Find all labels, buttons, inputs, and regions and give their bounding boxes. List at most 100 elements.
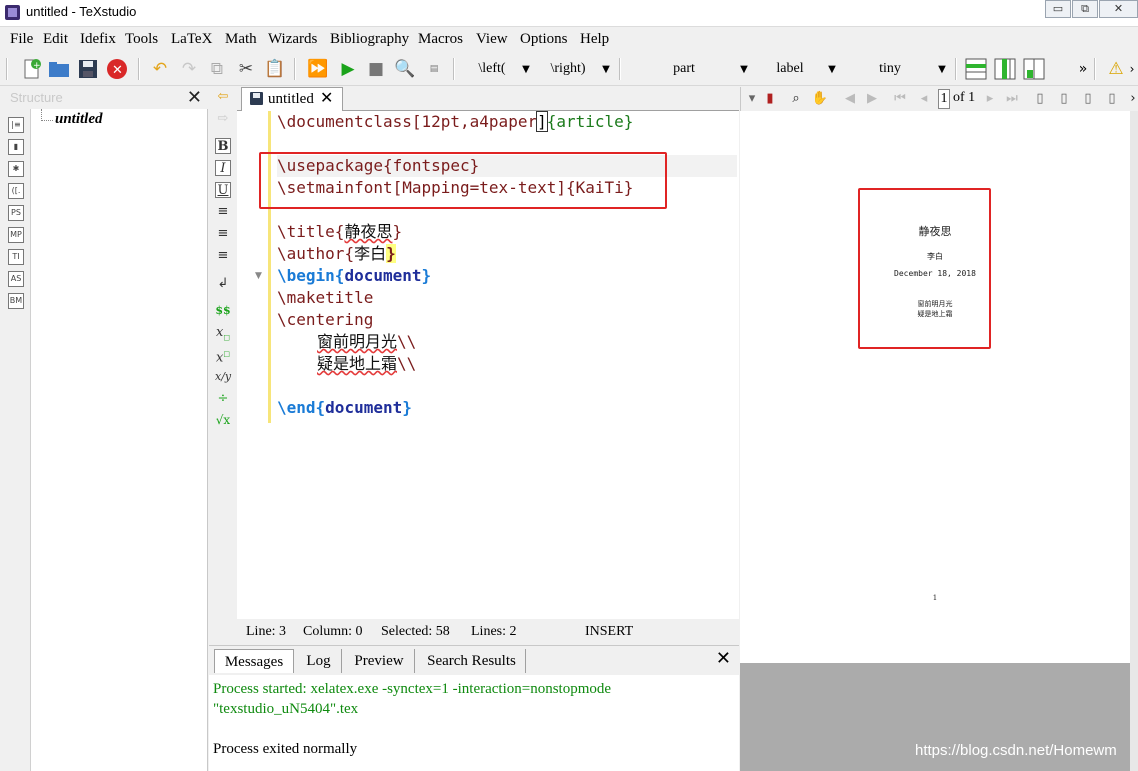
left-delimiter-combo[interactable]: \left( ▼ <box>466 58 534 80</box>
menu-help[interactable]: Help <box>580 31 609 48</box>
align-center-icon[interactable]: ≡ <box>215 226 231 242</box>
tab-preview[interactable]: Preview <box>344 649 415 673</box>
continuous-page-icon[interactable]: ▯ <box>1055 90 1073 108</box>
menu-edit[interactable]: Edit <box>43 31 68 48</box>
symbols-icon[interactable]: ✱ <box>8 161 24 177</box>
superscript-icon[interactable]: x□ <box>215 347 231 365</box>
references-combo[interactable]: label ▼ <box>756 58 840 80</box>
page-number-field[interactable]: 1 <box>938 89 950 109</box>
chevron-down-icon[interactable]: ▾ <box>743 90 761 108</box>
toolbar-overflow-button[interactable]: » <box>1071 57 1095 81</box>
close-icon[interactable]: ✕ <box>716 648 731 669</box>
align-right-icon[interactable]: ≡ <box>215 248 231 264</box>
newline-icon[interactable]: ↲ <box>215 276 231 292</box>
cut-icon[interactable]: ✂ <box>234 57 258 81</box>
menu-file[interactable]: File <box>10 31 33 48</box>
align-left-icon[interactable]: ≡ <box>215 204 231 220</box>
viewer-scrollbar[interactable] <box>1130 111 1138 771</box>
arrow-left-icon[interactable]: ⇦ <box>215 89 231 105</box>
forward-icon[interactable]: ▶ <box>863 90 881 108</box>
undo-icon[interactable]: ↶ <box>148 57 172 81</box>
fit-page-icon[interactable]: ▯ <box>1103 90 1121 108</box>
warning-icon[interactable]: ⚠ <box>1104 57 1128 81</box>
inline-math-icon[interactable]: $$ <box>215 303 231 319</box>
fraction-icon[interactable]: x/y <box>215 369 231 385</box>
close-icon[interactable]: ✕ <box>320 88 333 107</box>
beamer-icon[interactable]: BM <box>8 293 24 309</box>
fold-marker-icon[interactable]: ▼ <box>255 271 262 281</box>
tree-node-untitled[interactable]: untitled <box>55 111 103 128</box>
menu-bibliography[interactable]: Bibliography <box>330 31 409 48</box>
brackets-icon[interactable]: ([. <box>8 183 24 199</box>
first-page-icon[interactable]: ⏮ <box>891 90 909 108</box>
last-page-icon[interactable]: ⏭ <box>1003 90 1021 108</box>
tab-untitled[interactable]: untitled ✕ <box>241 87 343 112</box>
tab-log[interactable]: Log <box>296 649 342 673</box>
next-page-icon[interactable]: ▸ <box>981 90 999 108</box>
table-rows-icon[interactable] <box>964 57 988 81</box>
menu-macros[interactable]: Macros <box>418 31 463 48</box>
menu-view[interactable]: View <box>476 31 508 48</box>
code-line-14[interactable]: \end{document} <box>277 397 737 419</box>
paste-icon[interactable]: 📋 <box>263 57 287 81</box>
tab-search-results[interactable]: Search Results <box>418 649 526 673</box>
chevron-right-icon[interactable]: › <box>1126 57 1138 81</box>
previous-page-icon[interactable]: ◂ <box>915 90 933 108</box>
menu-math[interactable]: Math <box>225 31 257 48</box>
hand-tool-icon[interactable]: ✋ <box>811 90 829 108</box>
code-line-11[interactable]: 窗前明月光\\ <box>277 331 737 353</box>
save-icon[interactable] <box>76 57 100 81</box>
asymptote-icon[interactable]: AS <box>8 271 24 287</box>
sqrt-icon[interactable]: √x <box>215 413 231 429</box>
code-line-10[interactable]: \centering <box>277 309 737 331</box>
new-file-icon[interactable]: + <box>20 57 44 81</box>
chevron-right-icon[interactable]: › <box>1127 90 1138 108</box>
pstricks-icon[interactable]: PS <box>8 205 24 221</box>
copy-icon[interactable]: ⧉ <box>205 57 229 81</box>
compile-icon[interactable]: ▶ <box>336 57 360 81</box>
minimize-button[interactable]: ▭ <box>1045 0 1071 18</box>
sectioning-combo[interactable]: part ▼ <box>632 58 752 80</box>
table-cell-icon[interactable] <box>1022 57 1046 81</box>
code-line-6[interactable]: \title{静夜思} <box>277 221 737 243</box>
bookmark-icon[interactable]: ▮ <box>761 90 779 108</box>
code-line-7[interactable]: \author{李白} <box>277 243 737 265</box>
close-window-button[interactable]: ✕ <box>1099 0 1138 18</box>
dfrac-icon[interactable]: ÷ <box>215 391 231 407</box>
bookmarks-icon[interactable]: ▮ <box>8 139 24 155</box>
font-size-combo[interactable]: tiny ▼ <box>846 58 950 80</box>
underline-icon[interactable]: U <box>215 182 231 198</box>
menu-options[interactable]: Options <box>520 31 568 48</box>
subscript-icon[interactable]: x□ <box>215 325 231 342</box>
code-line-1[interactable]: \documentclass[12pt,a4paper]{article} <box>277 111 737 133</box>
menu-idefix[interactable]: Idefix <box>80 31 116 48</box>
tikz-icon[interactable]: TI <box>8 249 24 265</box>
code-line-9[interactable]: \maketitle <box>277 287 737 309</box>
right-delimiter-combo[interactable]: \right) ▼ <box>538 58 614 80</box>
italic-icon[interactable]: I <box>215 160 231 176</box>
arrow-right-icon[interactable]: ⇨ <box>215 111 231 127</box>
menu-wizards[interactable]: Wizards <box>268 31 317 48</box>
zoom-icon[interactable]: ⌕ <box>787 90 805 108</box>
fit-width-icon[interactable]: ▯ <box>1079 90 1097 108</box>
menu-latex[interactable]: LaTeX <box>171 31 212 48</box>
bold-icon[interactable]: B <box>215 138 231 154</box>
stop-icon[interactable]: ■ <box>364 57 388 81</box>
back-icon[interactable]: ◀ <box>841 90 859 108</box>
view-pdf-icon[interactable]: 🔍 <box>393 57 417 81</box>
close-icon[interactable]: ✕ <box>187 87 202 108</box>
structure-view-icon[interactable]: |≡ <box>8 117 24 133</box>
open-file-icon[interactable] <box>47 57 71 81</box>
menu-tools[interactable]: Tools <box>125 31 158 48</box>
build-view-icon[interactable]: ⏩ <box>306 57 330 81</box>
code-line-8[interactable]: \begin{document} <box>277 265 737 287</box>
restore-button[interactable]: ⧉ <box>1072 0 1098 18</box>
close-document-icon[interactable]: ✕ <box>105 57 129 81</box>
table-columns-icon[interactable] <box>993 57 1017 81</box>
view-log-icon[interactable]: ▤ <box>422 57 446 81</box>
redo-icon[interactable]: ↷ <box>177 57 201 81</box>
single-page-icon[interactable]: ▯ <box>1031 90 1049 108</box>
metapost-icon[interactable]: MP <box>8 227 24 243</box>
code-line-12[interactable]: 疑是地上霜\\ <box>277 353 737 375</box>
tab-messages[interactable]: Messages <box>214 649 294 673</box>
